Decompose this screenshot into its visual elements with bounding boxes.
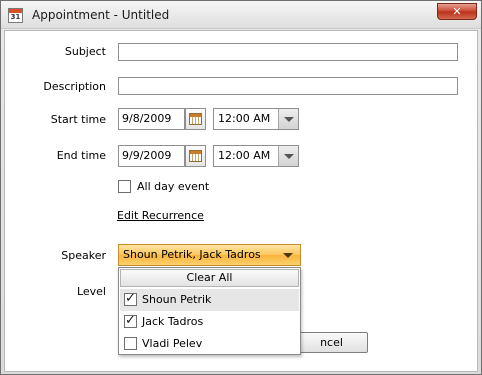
- end-time-label: End time: [56, 149, 106, 162]
- end-time-value: 12:00 AM: [218, 149, 271, 162]
- all-day-label: All day event: [137, 180, 210, 193]
- list-item[interactable]: Jack Tadros: [120, 311, 299, 333]
- speaker-checkbox-vladi-pelev[interactable]: [124, 337, 137, 350]
- end-date-input[interactable]: 9/9/2009: [118, 145, 185, 167]
- close-icon: ✕: [452, 5, 462, 18]
- level-label: Level: [76, 285, 106, 298]
- start-time-value: 12:00 AM: [218, 112, 271, 125]
- window-title: Appointment - Untitled: [32, 8, 170, 22]
- start-time-label: Start time: [50, 113, 106, 126]
- clear-all-button[interactable]: Clear All: [120, 269, 299, 287]
- speaker-dropdown: Clear All Shoun Petrik Jack Tadros Vladi…: [118, 267, 301, 355]
- form-area: Subject Description Start time 9/8/2009 …: [4, 30, 478, 372]
- speaker-value: Shoun Petrik, Jack Tadros: [123, 248, 261, 261]
- description-label: Description: [43, 80, 106, 93]
- subject-input[interactable]: [118, 43, 458, 61]
- end-time-select[interactable]: 12:00 AM: [213, 145, 299, 167]
- close-button[interactable]: ✕: [437, 3, 477, 20]
- edit-recurrence-link[interactable]: Edit Recurrence: [117, 209, 204, 222]
- start-date-picker-button[interactable]: [185, 108, 206, 130]
- calendar-icon: [189, 113, 202, 125]
- calendar-icon: 31: [8, 8, 23, 23]
- speaker-label: Speaker: [61, 249, 106, 262]
- start-date-input[interactable]: 9/8/2009: [118, 108, 185, 130]
- end-date-picker-button[interactable]: [185, 145, 206, 167]
- speaker-checkbox-jack-tadros[interactable]: [124, 313, 137, 328]
- subject-label: Subject: [64, 45, 106, 58]
- title-bar[interactable]: 31 Appointment - Untitled ✕: [1, 1, 481, 29]
- list-item[interactable]: Shoun Petrik: [120, 289, 299, 311]
- speaker-checkbox-shoun-petrik[interactable]: [124, 291, 137, 306]
- description-input[interactable]: [118, 77, 458, 95]
- list-item-label: Jack Tadros: [142, 315, 204, 328]
- chevron-down-icon[interactable]: [278, 146, 298, 166]
- appointment-window: 31 Appointment - Untitled ✕ Subject Desc…: [0, 0, 482, 375]
- chevron-down-icon[interactable]: [278, 109, 298, 129]
- calendar-icon: [189, 150, 202, 162]
- start-time-select[interactable]: 12:00 AM: [213, 108, 299, 130]
- list-item[interactable]: Vladi Pelev: [120, 333, 299, 355]
- list-item-label: Vladi Pelev: [142, 337, 203, 350]
- list-item-label: Shoun Petrik: [142, 293, 212, 306]
- all-day-checkbox[interactable]: [118, 180, 131, 193]
- speaker-select[interactable]: Shoun Petrik, Jack Tadros: [118, 244, 301, 266]
